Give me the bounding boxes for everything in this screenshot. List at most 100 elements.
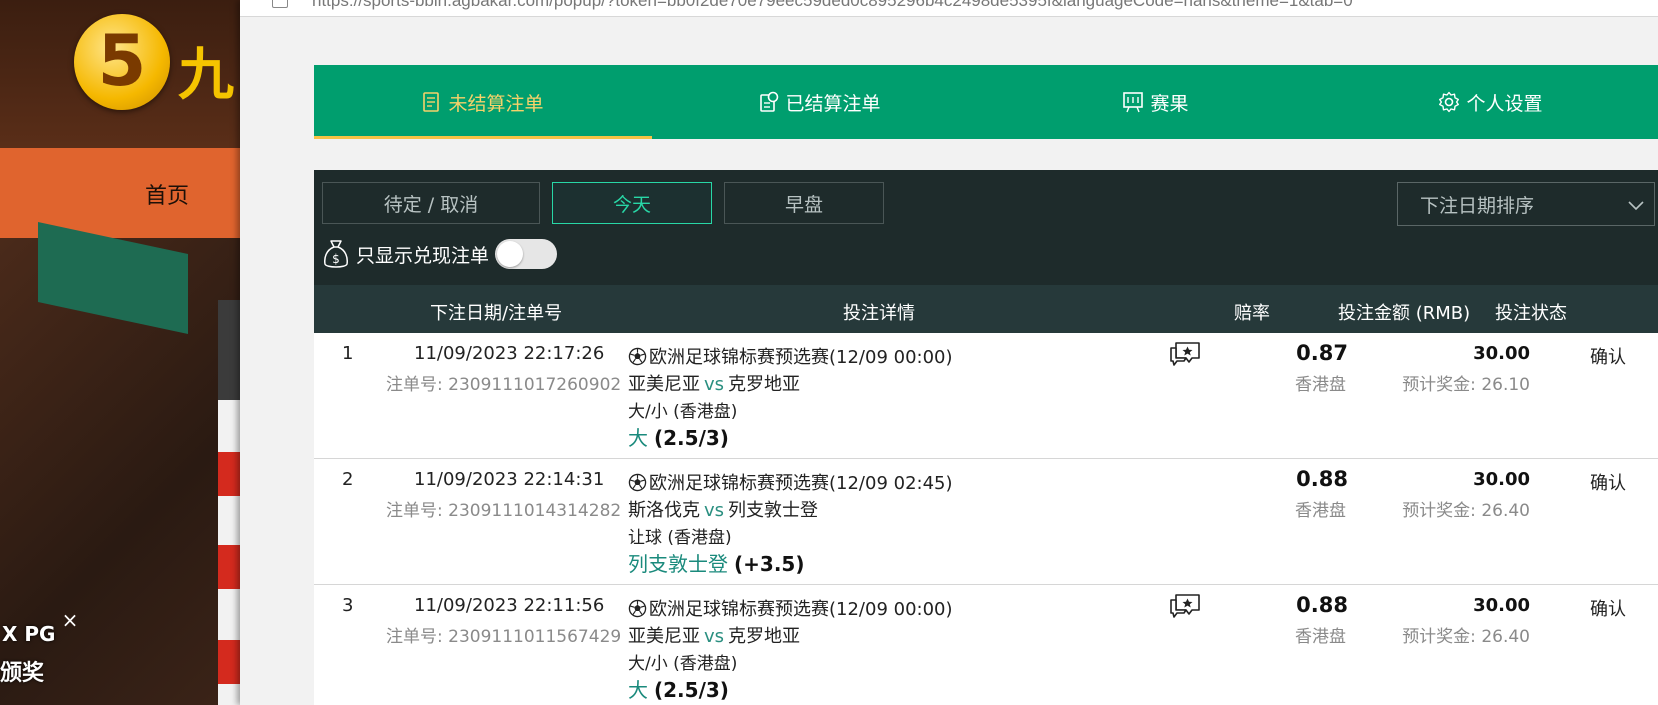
promo-text: X PG [2,622,56,646]
away-team: 克罗地亚 [728,374,801,395]
tab-label: 已结算注单 [785,92,881,115]
header-date-betno: 下注日期/注单号 [430,303,563,324]
row-index: 1 [342,343,354,364]
filter-panel: 待定 / 取消 今天 早盘 下注日期排序 $ 只显示兑现注单 [314,170,1658,285]
bet-row: 2 11/09/2023 22:14:31 注单号: 2309111014314… [314,459,1658,585]
live-chat-icon[interactable] [1168,339,1202,373]
league-name: 欧洲足球锦标赛预选赛(12/09 00:00) [628,343,953,369]
odds-value: 0.88 [1296,467,1348,491]
tab-unsettled-bets[interactable]: 未结算注单 [314,65,652,139]
bet-selection: 大 (2.5/3) [628,674,729,703]
logo-icon: 5 [97,20,147,102]
league-label: 欧洲足球锦标赛预选赛(12/09 00:00) [649,599,953,620]
sort-order-select[interactable]: 下注日期排序 [1397,182,1655,226]
league-name: 欧洲足球锦标赛预选赛(12/09 00:00) [628,595,953,621]
bet-tabs: 未结算注单 已结算注单 赛果 个人设置 [314,65,1658,139]
soccer-ball-icon [628,473,647,492]
estimated-win-value: 26.40 [1481,501,1530,521]
selection-name: 列支敦士登 [628,552,728,576]
today-filter-button[interactable]: 今天 [552,182,712,224]
away-team: 列支敦士登 [728,500,819,521]
home-team: 亚美尼亚 [628,626,700,647]
money-bag-icon: $ [322,238,350,270]
vs-label: vs [704,626,725,647]
bet-number-label: 注单号: [386,375,449,395]
site-logo[interactable]: 5 [74,14,170,110]
nav-home-link[interactable]: 首页 [145,178,189,210]
selection-name: 大 [628,426,648,450]
match-teams: 亚美尼亚 vs 克罗地亚 [628,370,800,396]
tab-results[interactable]: 赛果 [988,65,1323,139]
row-index: 3 [342,595,354,616]
vs-label: vs [704,500,725,521]
estimated-win-label: 预计奖金: [1402,375,1482,395]
odds-type: 香港盘 [1295,375,1346,395]
address-bar[interactable]: https://sports-bbin.agbakar.com/popup/?t… [240,0,1658,17]
background-website: 5 九 首页 X PG 颁奖 × [0,0,240,705]
active-tab-indicator [314,136,652,139]
selection-line: (2.5/3) [654,678,729,702]
page-info-icon[interactable] [272,0,288,8]
url-text[interactable]: https://sports-bbin.agbakar.com/popup/?t… [312,0,1353,11]
bet-number: 注单号: 2309111014314282 [386,496,621,521]
row-index: 2 [342,469,354,490]
bet-selection: 列支敦士登 (+3.5) [628,548,804,577]
bet-date: 11/09/2023 22:11:56 [414,595,605,616]
bet-market: 大/小 (香港盘) [628,402,738,422]
bet-date: 11/09/2023 22:14:31 [414,469,605,490]
league-label: 欧洲足球锦标赛预选赛(12/09 00:00) [649,347,953,368]
home-team: 亚美尼亚 [628,374,700,395]
tab-label: 未结算注单 [448,92,544,115]
side-strip-dark [218,300,240,400]
bet-row: 3 11/09/2023 22:11:56 注单号: 2309111011567… [314,585,1658,705]
vs-label: vs [704,374,725,395]
selection-name: 大 [628,678,648,702]
league-label: 欧洲足球锦标赛预选赛(12/09 02:45) [649,473,953,494]
cashout-filter-row: $ 只显示兑现注单 [322,234,558,274]
pending-cancel-filter-button[interactable]: 待定 / 取消 [322,182,540,224]
unsettled-bets-icon [422,91,442,113]
promo-text: 颁奖 [0,661,45,686]
bet-status: 确认 [1590,347,1626,368]
logo-text: 九 [178,43,234,108]
match-teams: 亚美尼亚 vs 克罗地亚 [628,622,800,648]
bet-number-label: 注单号: [386,501,449,521]
odds-type: 香港盘 [1295,501,1346,521]
bet-selection: 大 (2.5/3) [628,422,729,451]
match-teams: 斯洛伐克 vs 列支敦士登 [628,496,818,522]
settled-bets-icon [759,91,779,113]
live-chat-icon[interactable] [1168,591,1202,625]
bet-market: 让球 (香港盘) [628,528,732,548]
bet-number-value: 2309111011567429 [448,627,622,647]
bet-number-value: 2309111017260902 [448,375,622,395]
soccer-ball-icon [628,347,647,366]
cashout-only-label: 只显示兑现注单 [356,244,490,267]
promo-close-icon[interactable]: × [60,610,80,630]
hot-badge-icon[interactable] [218,640,240,684]
header-amount: 投注金额 (RMB) [1338,303,1471,324]
header-status: 投注状态 [1495,303,1567,324]
estimated-win-label: 预计奖金: [1402,501,1482,521]
sort-select-value: 下注日期排序 [1420,194,1535,217]
soccer-ball-icon [628,599,647,618]
cashout-only-toggle[interactable] [495,239,558,269]
early-market-filter-button[interactable]: 早盘 [724,182,884,224]
estimated-win-value: 26.40 [1481,627,1530,647]
tab-settled-bets[interactable]: 已结算注单 [652,65,988,139]
bet-number-value: 2309111014314282 [448,501,622,521]
new-badge-icon[interactable] [218,452,240,496]
odds-value: 0.87 [1296,341,1348,365]
bet-status: 确认 [1590,473,1626,494]
bet-number-label: 注单号: [386,627,449,647]
odds-value: 0.88 [1296,593,1348,617]
chevron-down-icon [1626,195,1646,220]
results-icon [1122,91,1144,113]
bet-number: 注单号: 2309111017260902 [386,370,621,395]
tab-settings[interactable]: 个人设置 [1323,65,1658,139]
site-header: 5 九 [0,0,240,148]
away-team: 克罗地亚 [728,626,801,647]
hot-badge-icon[interactable] [218,545,240,589]
bet-history-popup: https://sports-bbin.agbakar.com/popup/?t… [240,0,1658,705]
selection-line: (+3.5) [734,552,805,576]
header-odds: 赔率 [1234,303,1270,324]
